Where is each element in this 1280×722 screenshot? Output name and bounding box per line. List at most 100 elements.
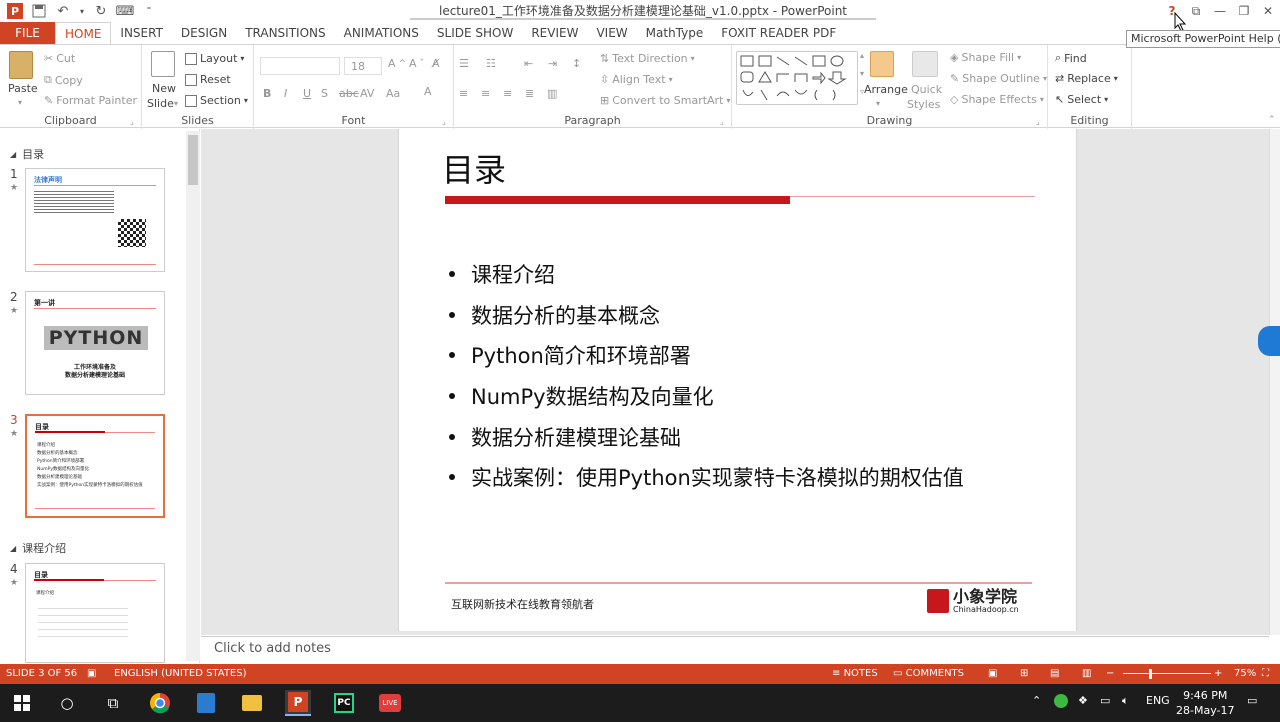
cut-button[interactable]: ✂ Cut xyxy=(44,52,75,65)
clear-formatting-icon[interactable]: A̸ xyxy=(432,57,440,70)
layout-button[interactable]: Layout ▾ xyxy=(185,52,244,65)
font-launcher-icon[interactable]: ⌟ xyxy=(442,117,446,126)
tab-design[interactable]: DESIGN xyxy=(172,22,236,44)
align-text-button[interactable]: ⇳ Align Text ▾ xyxy=(600,73,673,86)
task-view-icon[interactable]: ⧉ xyxy=(100,690,126,716)
slide-title[interactable]: 目录 xyxy=(442,145,506,191)
tab-slide-show[interactable]: SLIDE SHOW xyxy=(428,22,522,44)
close-button[interactable]: ✕ xyxy=(1256,0,1280,22)
floating-assistant-icon[interactable] xyxy=(1258,326,1280,356)
powerpoint-taskbar-icon[interactable]: P xyxy=(285,690,311,716)
replace-button[interactable]: ⇄ Replace ▾ xyxy=(1055,72,1118,85)
numbering-icon[interactable]: ☷ xyxy=(486,57,496,70)
bullet-item[interactable]: 数据分析建模理论基础 xyxy=(445,416,964,457)
bullet-item[interactable]: NumPy数据结构及向量化 xyxy=(445,376,964,417)
arrange-dropdown-icon[interactable]: ▾ xyxy=(876,99,880,108)
bullet-item[interactable]: 课程介绍 xyxy=(445,254,964,295)
bullet-item[interactable]: 实战案例：使用Python实现蒙特卡洛模拟的期权估值 xyxy=(445,457,964,498)
slide-thumbnail-4[interactable]: 目录 课程介绍 xyxy=(25,563,165,663)
show-hidden-icons-icon[interactable]: ⌃ xyxy=(1032,694,1041,707)
bullet-item[interactable]: 数据分析的基本概念 xyxy=(445,295,964,336)
quick-styles-icon[interactable] xyxy=(912,51,938,77)
input-language[interactable]: ENG xyxy=(1146,694,1170,707)
shapes-scroll-up-icon[interactable]: ▴ xyxy=(860,51,864,60)
select-button[interactable]: ↖ Select ▾ xyxy=(1055,93,1108,106)
tab-mathtype[interactable]: MathType xyxy=(637,22,713,44)
tab-file[interactable]: FILE xyxy=(0,22,55,44)
new-slide-label-1[interactable]: New xyxy=(152,82,176,95)
notes-toggle[interactable]: ≡ NOTES xyxy=(832,668,878,679)
copy-button[interactable]: ⧉ Copy xyxy=(44,73,83,87)
paragraph-launcher-icon[interactable]: ⌟ xyxy=(720,117,724,126)
reset-button[interactable]: Reset xyxy=(185,73,231,86)
grow-font-icon[interactable]: A ^ xyxy=(388,57,406,70)
language-indicator[interactable]: ENGLISH (UNITED STATES) xyxy=(114,668,247,679)
arrange-button[interactable]: Arrange xyxy=(864,83,908,96)
file-explorer-icon[interactable] xyxy=(239,690,265,716)
align-left-icon[interactable]: ≡ xyxy=(459,87,468,100)
paste-icon[interactable] xyxy=(9,51,33,79)
tray-app-icon[interactable] xyxy=(1054,694,1068,711)
normal-view-icon[interactable]: ▣ xyxy=(988,668,997,679)
font-size-select[interactable]: 18 xyxy=(344,57,382,75)
character-spacing-icon[interactable]: AV xyxy=(360,87,374,100)
align-center-icon[interactable]: ≡ xyxy=(481,87,490,100)
text-direction-button[interactable]: ⇅ Text Direction ▾ xyxy=(600,52,695,65)
columns-icon[interactable]: ▥ xyxy=(547,87,557,100)
zoom-level[interactable]: 75% xyxy=(1234,668,1256,679)
font-family-select[interactable] xyxy=(260,57,340,75)
customize-qat-icon[interactable]: ⁼ xyxy=(140,2,158,20)
paste-button[interactable]: Paste xyxy=(8,82,38,95)
collapse-ribbon-icon[interactable]: ⌃ xyxy=(1268,115,1276,125)
slide-thumbnail-1[interactable]: 法律声明 xyxy=(25,168,165,272)
convert-smartart-button[interactable]: ⊞ Convert to SmartArt ▾ xyxy=(600,94,730,107)
slide-thumbnail-3[interactable]: 目录 课程介绍 数据分析的基本概念 Python简介和环境部署 NumPy数据结… xyxy=(25,414,165,518)
shape-effects-button[interactable]: ◇ Shape Effects ▾ xyxy=(950,93,1044,106)
tab-review[interactable]: REVIEW xyxy=(522,22,587,44)
presentation-icon[interactable]: ⌨ xyxy=(116,2,135,20)
new-slide-dropdown-icon[interactable]: ▾ xyxy=(174,99,178,108)
redo-icon[interactable]: ↻ xyxy=(92,2,110,20)
shapes-gallery[interactable] xyxy=(736,51,858,105)
dropbox-icon[interactable]: ❖ xyxy=(1078,694,1088,707)
bold-icon[interactable]: B xyxy=(263,87,271,100)
thumbnails-scrollbar[interactable] xyxy=(186,131,200,661)
windows-start-icon[interactable] xyxy=(9,690,35,716)
recording-app-icon[interactable]: LIVE xyxy=(377,690,403,716)
bullet-item[interactable]: Python简介和环境部署 xyxy=(445,335,964,376)
zoom-slider-thumb[interactable] xyxy=(1149,669,1152,679)
shape-fill-button[interactable]: ◈ Shape Fill ▾ xyxy=(950,51,1021,64)
app-icon[interactable] xyxy=(193,690,219,716)
change-case-icon[interactable]: Aa xyxy=(386,87,400,100)
new-slide-icon[interactable] xyxy=(151,51,175,77)
cortana-search-icon[interactable]: ○ xyxy=(54,690,80,716)
clock[interactable]: 9:46 PM 28-May-17 xyxy=(1176,688,1234,718)
comments-toggle[interactable]: ▭ COMMENTS xyxy=(893,668,964,679)
pycharm-icon[interactable]: PC xyxy=(331,690,357,716)
arrange-icon[interactable] xyxy=(870,51,894,77)
restore-button[interactable]: ❐ xyxy=(1232,0,1256,22)
tab-transitions[interactable]: TRANSITIONS xyxy=(236,22,334,44)
current-slide[interactable]: 目录 课程介绍 数据分析的基本概念 Python简介和环境部署 NumPy数据结… xyxy=(398,129,1077,631)
align-right-icon[interactable]: ≡ xyxy=(503,87,512,100)
slide-scrollbar[interactable] xyxy=(1269,129,1280,635)
minimize-button[interactable]: — xyxy=(1208,0,1232,22)
shrink-font-icon[interactable]: Aˇ xyxy=(409,57,424,70)
zoom-out-icon[interactable]: − xyxy=(1106,668,1114,679)
bullet-list[interactable]: 课程介绍 数据分析的基本概念 Python简介和环境部署 NumPy数据结构及向… xyxy=(445,254,964,498)
section-button[interactable]: Section ▾ xyxy=(185,94,248,107)
italic-icon[interactable]: I xyxy=(284,87,287,100)
drawing-launcher-icon[interactable]: ⌟ xyxy=(1036,117,1040,126)
action-center-icon[interactable]: ▭ xyxy=(1247,694,1257,707)
paste-dropdown-icon[interactable]: ▾ xyxy=(18,98,22,107)
chrome-icon[interactable] xyxy=(147,690,173,716)
tab-insert[interactable]: INSERT xyxy=(111,22,172,44)
ribbon-display-options-icon[interactable]: ⧉ xyxy=(1184,0,1208,22)
bullets-icon[interactable]: ☰ xyxy=(459,57,469,70)
tab-foxit[interactable]: FOXIT READER PDF xyxy=(712,22,845,44)
new-slide-label-2[interactable]: Slide xyxy=(147,97,174,110)
tab-animations[interactable]: ANIMATIONS xyxy=(335,22,428,44)
quick-styles-label-2[interactable]: Styles xyxy=(907,98,940,111)
tab-view[interactable]: VIEW xyxy=(587,22,636,44)
slide-thumbnail-2[interactable]: 第一讲 PYTHON 工作环境准备及 数据分析建模理论基础 xyxy=(25,291,165,395)
